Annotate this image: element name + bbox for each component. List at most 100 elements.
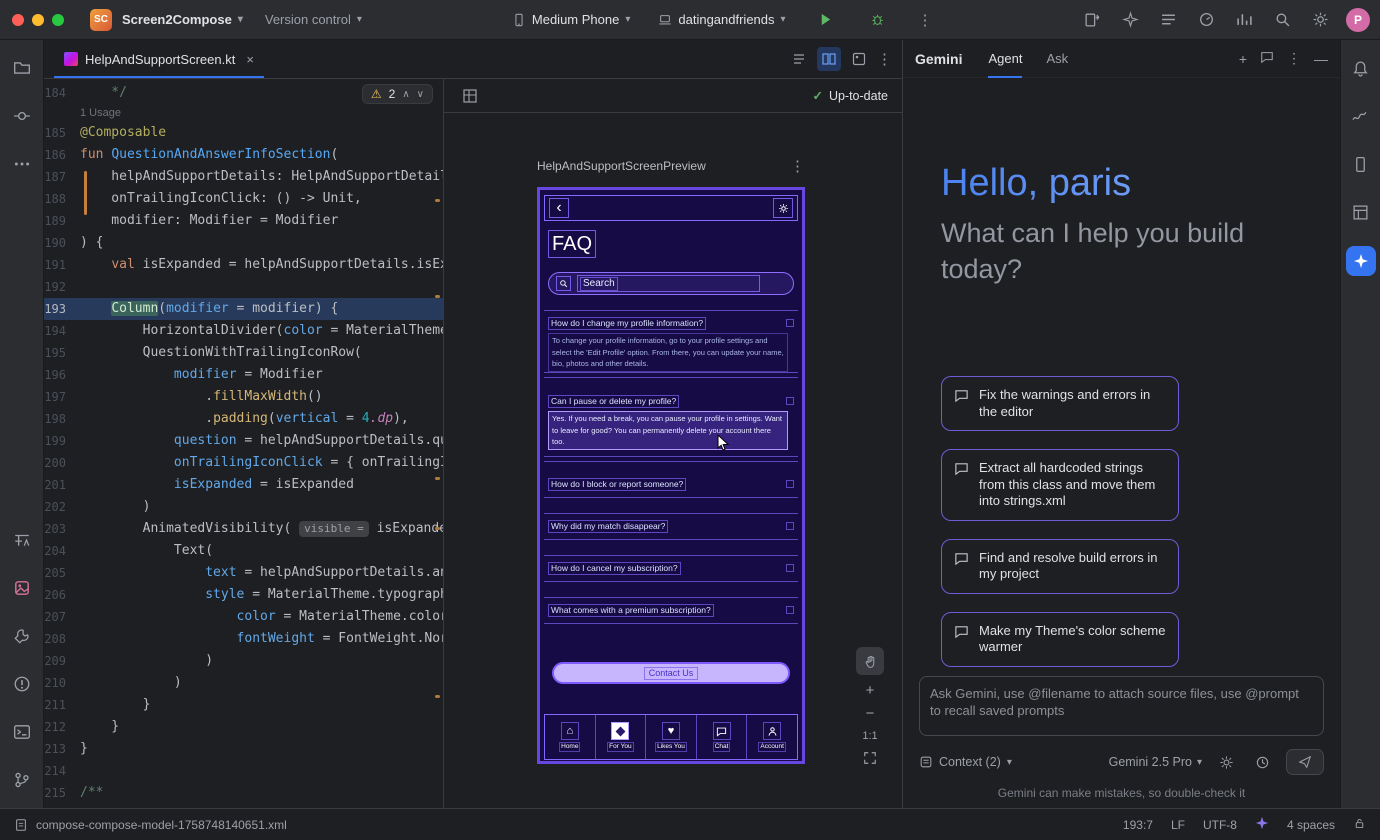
prompt-history-icon[interactable]	[1250, 750, 1274, 774]
back-button[interactable]: ‹	[549, 198, 569, 218]
layout-inspector-icon[interactable]	[1347, 198, 1375, 226]
search-icon[interactable]	[1270, 8, 1294, 32]
editor-more-options-icon[interactable]: ⋮	[877, 50, 892, 68]
split-view-icon[interactable]	[817, 47, 841, 71]
device-mirroring-icon[interactable]	[1080, 8, 1104, 32]
expand-icon[interactable]	[786, 606, 794, 614]
code-line[interactable]: 215/**	[44, 782, 443, 804]
code-line[interactable]: 1 Usage	[44, 104, 443, 122]
code-line[interactable]: 206 style = MaterialTheme.typography.bod…	[44, 584, 443, 606]
string-resources-icon[interactable]	[8, 526, 36, 554]
settings-icon[interactable]	[1308, 8, 1332, 32]
code-line[interactable]: 208 fontWeight = FontWeight.Normal	[44, 628, 443, 650]
gemini-settings-icon[interactable]	[1214, 750, 1238, 774]
profiler-tool-icon[interactable]	[1347, 102, 1375, 130]
code-line[interactable]: 205 text = helpAndSupportDetails.answer,	[44, 562, 443, 584]
expand-icon[interactable]	[786, 480, 794, 488]
expand-icon[interactable]	[786, 522, 794, 530]
file-encoding[interactable]: UTF-8	[1203, 818, 1237, 832]
faq-question[interactable]: Can I pause or delete my profile?	[548, 394, 794, 408]
tab-ask[interactable]: Ask	[1046, 40, 1068, 78]
nav-likes-you[interactable]: ♥ Likes You	[646, 715, 697, 759]
profile-avatar[interactable]: P	[1346, 8, 1370, 32]
zoom-to-fit-icon[interactable]	[863, 751, 877, 768]
expand-icon[interactable]	[786, 397, 794, 405]
minimize-window-button[interactable]	[32, 14, 44, 26]
model-selector[interactable]: Gemini 2.5 Pro ▾	[1109, 755, 1202, 769]
ai-status-icon[interactable]	[1255, 816, 1269, 833]
suggestion-card[interactable]: Find and resolve build errors in my proj…	[941, 539, 1179, 594]
code-line[interactable]: 198 .padding(vertical = 4.dp),	[44, 408, 443, 430]
nav-account[interactable]: Account	[747, 715, 797, 759]
code-editor[interactable]: 184 */1 Usage185@Composable186fun Questi…	[44, 79, 444, 808]
device-selector[interactable]: Medium Phone ▾	[512, 12, 630, 27]
indent-setting[interactable]: 4 spaces	[1287, 818, 1335, 832]
expand-icon[interactable]	[786, 319, 794, 327]
close-tab-icon[interactable]: ×	[246, 52, 254, 67]
device-manager-icon[interactable]	[1347, 150, 1375, 178]
new-chat-icon[interactable]: +	[1239, 51, 1247, 67]
editor-tab[interactable]: HelpAndSupportScreen.kt ×	[54, 40, 264, 78]
phone-search-bar[interactable]: Search	[548, 272, 794, 295]
code-line[interactable]: 195 QuestionWithTrailingIconRow(	[44, 342, 443, 364]
design-view-icon[interactable]	[847, 47, 871, 71]
faq-question[interactable]: Why did my match disappear?	[548, 519, 794, 533]
faq-question[interactable]: What comes with a premium subscription?	[548, 603, 794, 617]
code-line[interactable]: 189 modifier: Modifier = Modifier	[44, 210, 443, 232]
ai-assistant-icon[interactable]	[1118, 8, 1142, 32]
settings-button[interactable]	[773, 198, 793, 218]
code-line[interactable]: 186fun QuestionAndAnswerInfoSection(	[44, 144, 443, 166]
version-control-icon[interactable]	[8, 766, 36, 794]
run-config-selector[interactable]: datingandfriends ▾	[658, 12, 785, 27]
line-separator[interactable]: LF	[1171, 818, 1185, 832]
nav-home[interactable]: ⌂ Home	[545, 715, 596, 759]
suggestion-card[interactable]: Make my Theme's color scheme warmer	[941, 612, 1179, 667]
contact-us-button[interactable]: Contact Us	[552, 662, 790, 684]
code-line[interactable]: 199 question = helpAndSupportDetails.que…	[44, 430, 443, 452]
project-selector[interactable]: Screen2Compose ▾	[122, 12, 243, 27]
problems-icon[interactable]	[8, 670, 36, 698]
next-problem-button[interactable]: ∨	[417, 89, 424, 100]
faq-question[interactable]: How do I change my profile information?	[548, 316, 794, 330]
expand-icon[interactable]	[786, 564, 794, 572]
statusbar-file[interactable]: compose-compose-model-1758748140651.xml	[14, 818, 287, 832]
code-line[interactable]: 191 val isExpanded = helpAndSupportDetai…	[44, 254, 443, 276]
project-icon[interactable]	[8, 54, 36, 82]
code-line[interactable]: 193 Column(modifier = modifier) {	[44, 298, 443, 320]
preview-canvas[interactable]: HelpAndSupportScreenPreview ⋮ ‹ F	[444, 113, 902, 808]
code-line[interactable]: 188 onTrailingIconClick: () -> Unit,	[44, 188, 443, 210]
faq-question[interactable]: How do I cancel my subscription?	[548, 561, 794, 575]
inspection-widget[interactable]: ⚠ 2 ∧ ∨	[362, 84, 433, 104]
resource-manager-icon[interactable]	[8, 574, 36, 602]
zoom-in-button[interactable]: +	[866, 684, 875, 698]
code-line[interactable]: 200 onTrailingIconClick = { onTrailingIc…	[44, 452, 443, 474]
more-tool-windows-icon[interactable]	[8, 150, 36, 178]
zoom-ratio-button[interactable]: 1:1	[862, 730, 877, 742]
gemini-tool-icon[interactable]	[1346, 246, 1376, 276]
gemini-more-options-icon[interactable]: ⋮	[1287, 50, 1301, 67]
send-button[interactable]	[1286, 749, 1324, 775]
debug-button[interactable]	[866, 8, 890, 32]
logcat-icon[interactable]	[1156, 8, 1180, 32]
code-line[interactable]: 185@Composable	[44, 122, 443, 144]
app-inspection-icon[interactable]	[1194, 8, 1218, 32]
tab-agent[interactable]: Agent	[988, 40, 1022, 78]
code-line[interactable]: 204 Text(	[44, 540, 443, 562]
profiler-icon[interactable]	[1232, 8, 1256, 32]
code-line[interactable]: 203 AnimatedVisibility( visible = isExpa…	[44, 518, 443, 540]
nav-chat[interactable]: Chat	[697, 715, 748, 759]
code-line[interactable]: 212 }	[44, 716, 443, 738]
maximize-window-button[interactable]	[52, 14, 64, 26]
chat-history-icon[interactable]	[1260, 50, 1274, 67]
context-selector[interactable]: Context (2) ▾	[919, 755, 1012, 769]
search-field[interactable]: Search	[577, 275, 760, 292]
version-control-selector[interactable]: Version control ▾	[265, 12, 362, 27]
nav-for-you[interactable]: For You	[596, 715, 647, 759]
code-line[interactable]: 187 helpAndSupportDetails: HelpAndSuppor…	[44, 166, 443, 188]
code-line[interactable]: 196 modifier = Modifier	[44, 364, 443, 386]
code-line[interactable]: 201 isExpanded = isExpanded	[44, 474, 443, 496]
suggestion-card[interactable]: Fix the warnings and errors in the edito…	[941, 376, 1179, 431]
code-line[interactable]: 192	[44, 276, 443, 298]
notifications-icon[interactable]	[1347, 54, 1375, 82]
code-line[interactable]: 202 )	[44, 496, 443, 518]
